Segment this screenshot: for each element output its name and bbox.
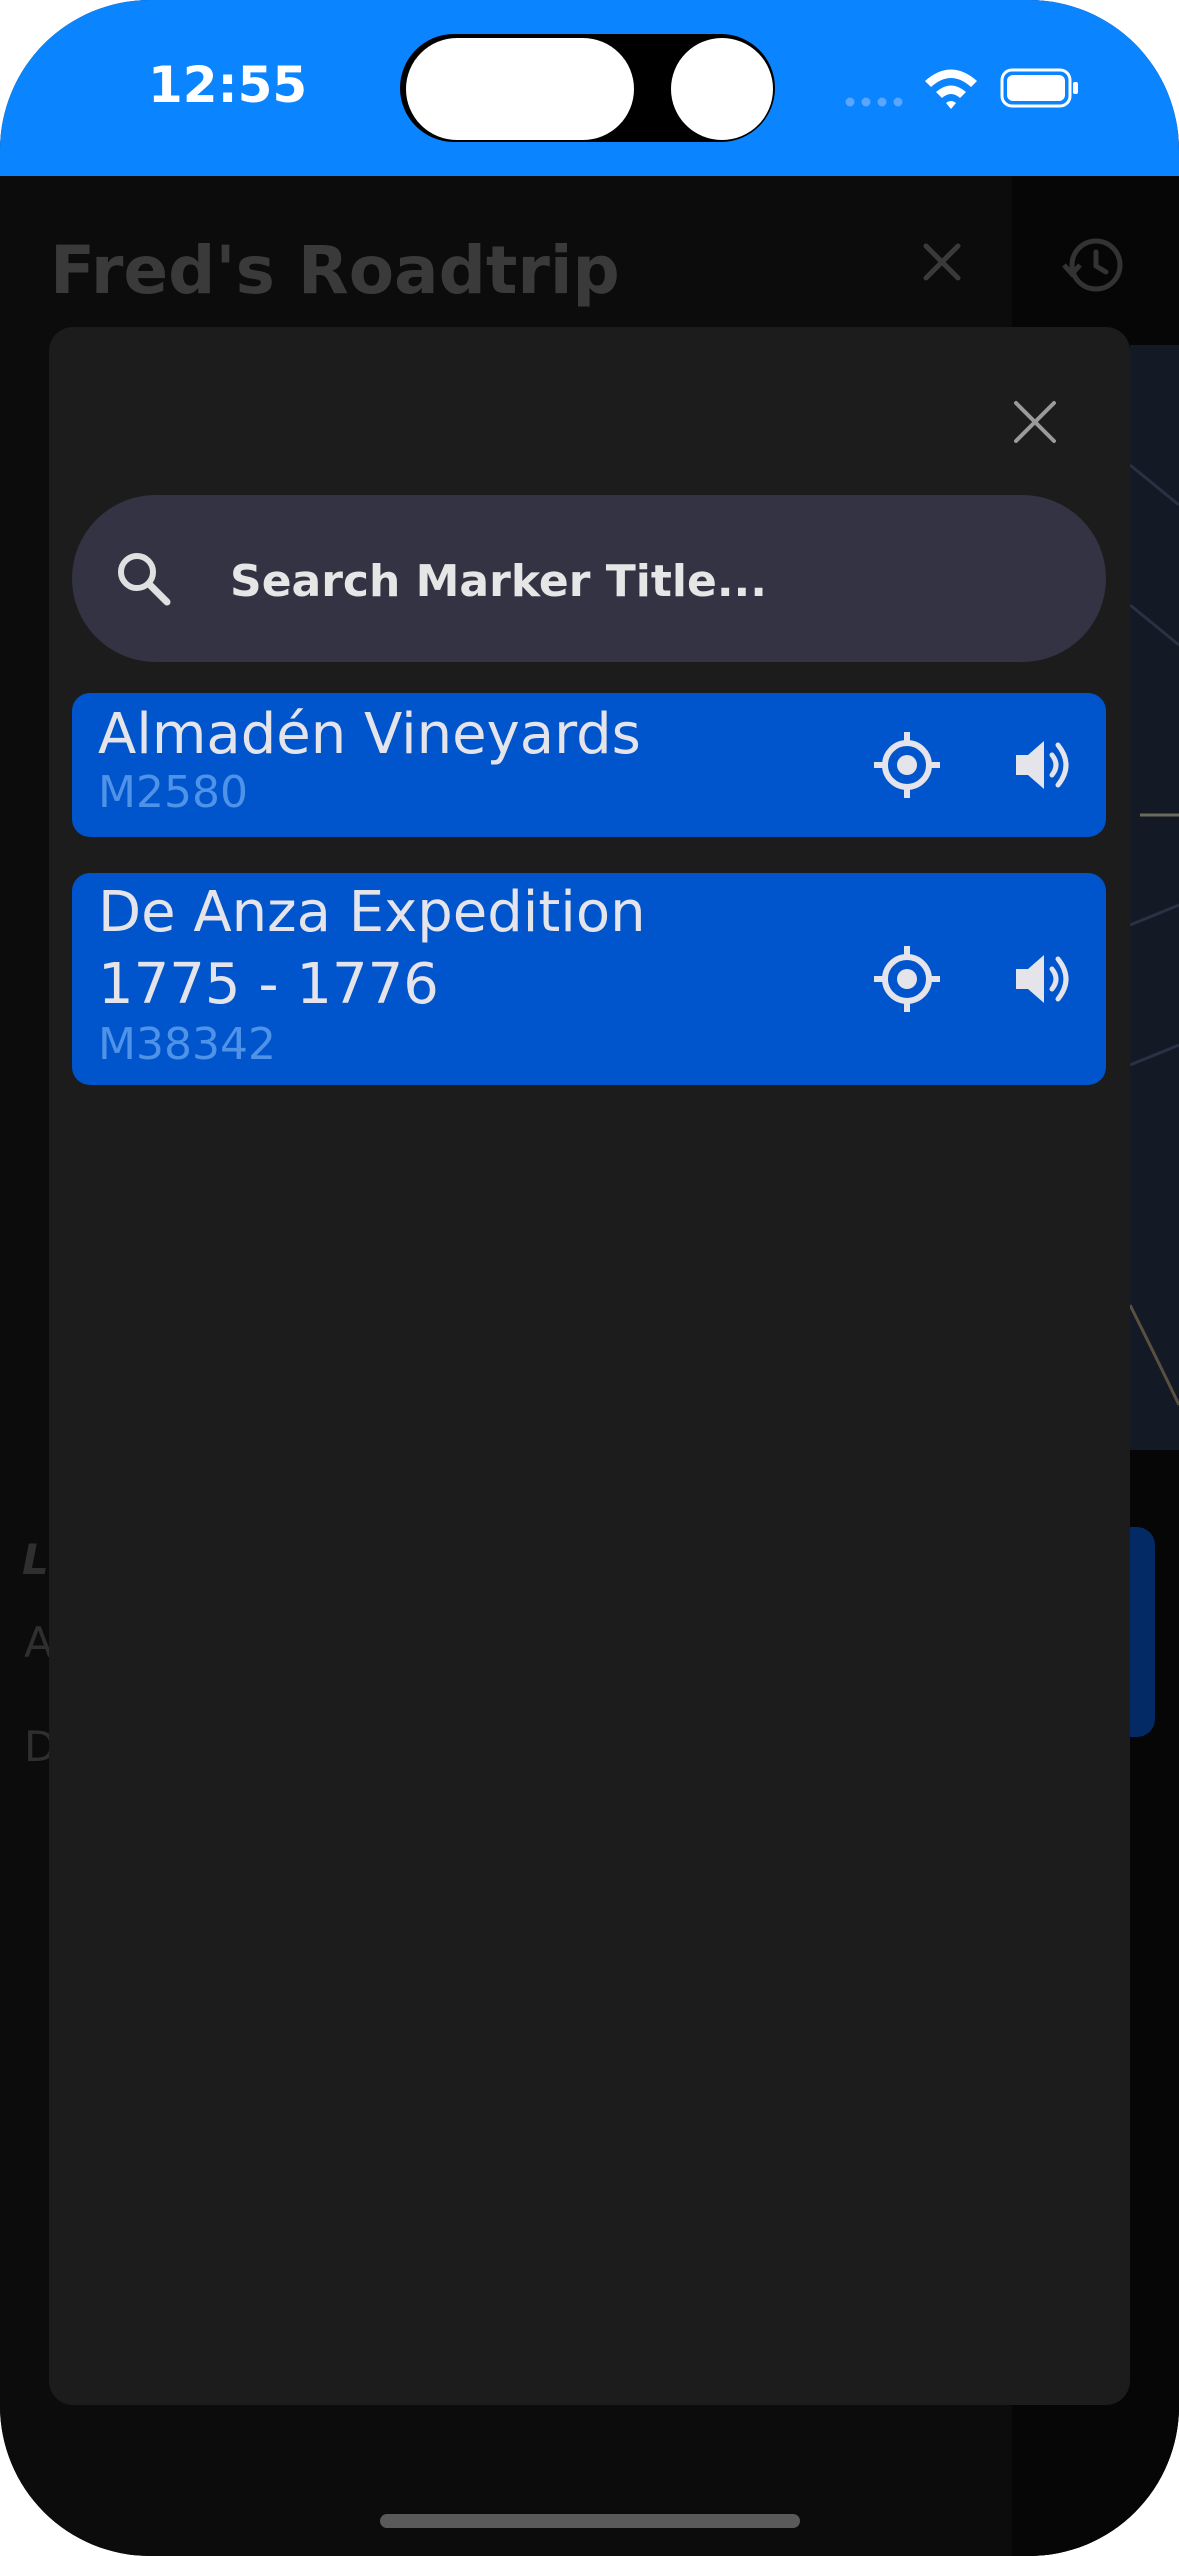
map-roads [1128,463,1179,1406]
marker-title-line2: 1775 - 1776 [98,952,439,1017]
home-indicator[interactable] [380,2514,800,2528]
marker-id: M2580 [98,767,248,818]
volume-icon[interactable] [1012,947,1076,1011]
phone-screen: Fred's Roadtrip L A D 12:55 Search Marke… [0,0,1179,2556]
dynamic-island-left-pill [406,38,634,140]
background-close-icon [923,243,961,281]
locate-target-icon[interactable] [872,944,942,1014]
volume-icon[interactable] [1012,733,1076,797]
marker-result-card[interactable]: Almadén Vineyards M2580 [72,693,1106,837]
background-card [1130,1527,1155,1737]
history-icon [1062,238,1123,292]
status-time: 12:55 [148,56,308,114]
dynamic-island-right-pill [671,38,773,140]
modal-close-icon[interactable] [1010,397,1060,447]
locate-target-icon[interactable] [872,730,942,800]
wifi-icon [925,69,977,109]
background-map [1128,345,1179,1450]
search-icon [118,553,171,606]
search-input[interactable] [228,548,1052,614]
background-page-title: Fred's Roadtrip [50,232,620,309]
battery-icon [1000,68,1078,108]
marker-result-card[interactable]: De Anza Expedition 1775 - 1776 M38342 [72,873,1106,1085]
marker-title: Almadén Vineyards [98,702,641,767]
background-text-fragment: L [22,1535,49,1584]
cellular-signal-icon [845,97,903,107]
marker-id: M38342 [98,1019,276,1070]
marker-title-line1: De Anza Expedition [98,880,646,945]
